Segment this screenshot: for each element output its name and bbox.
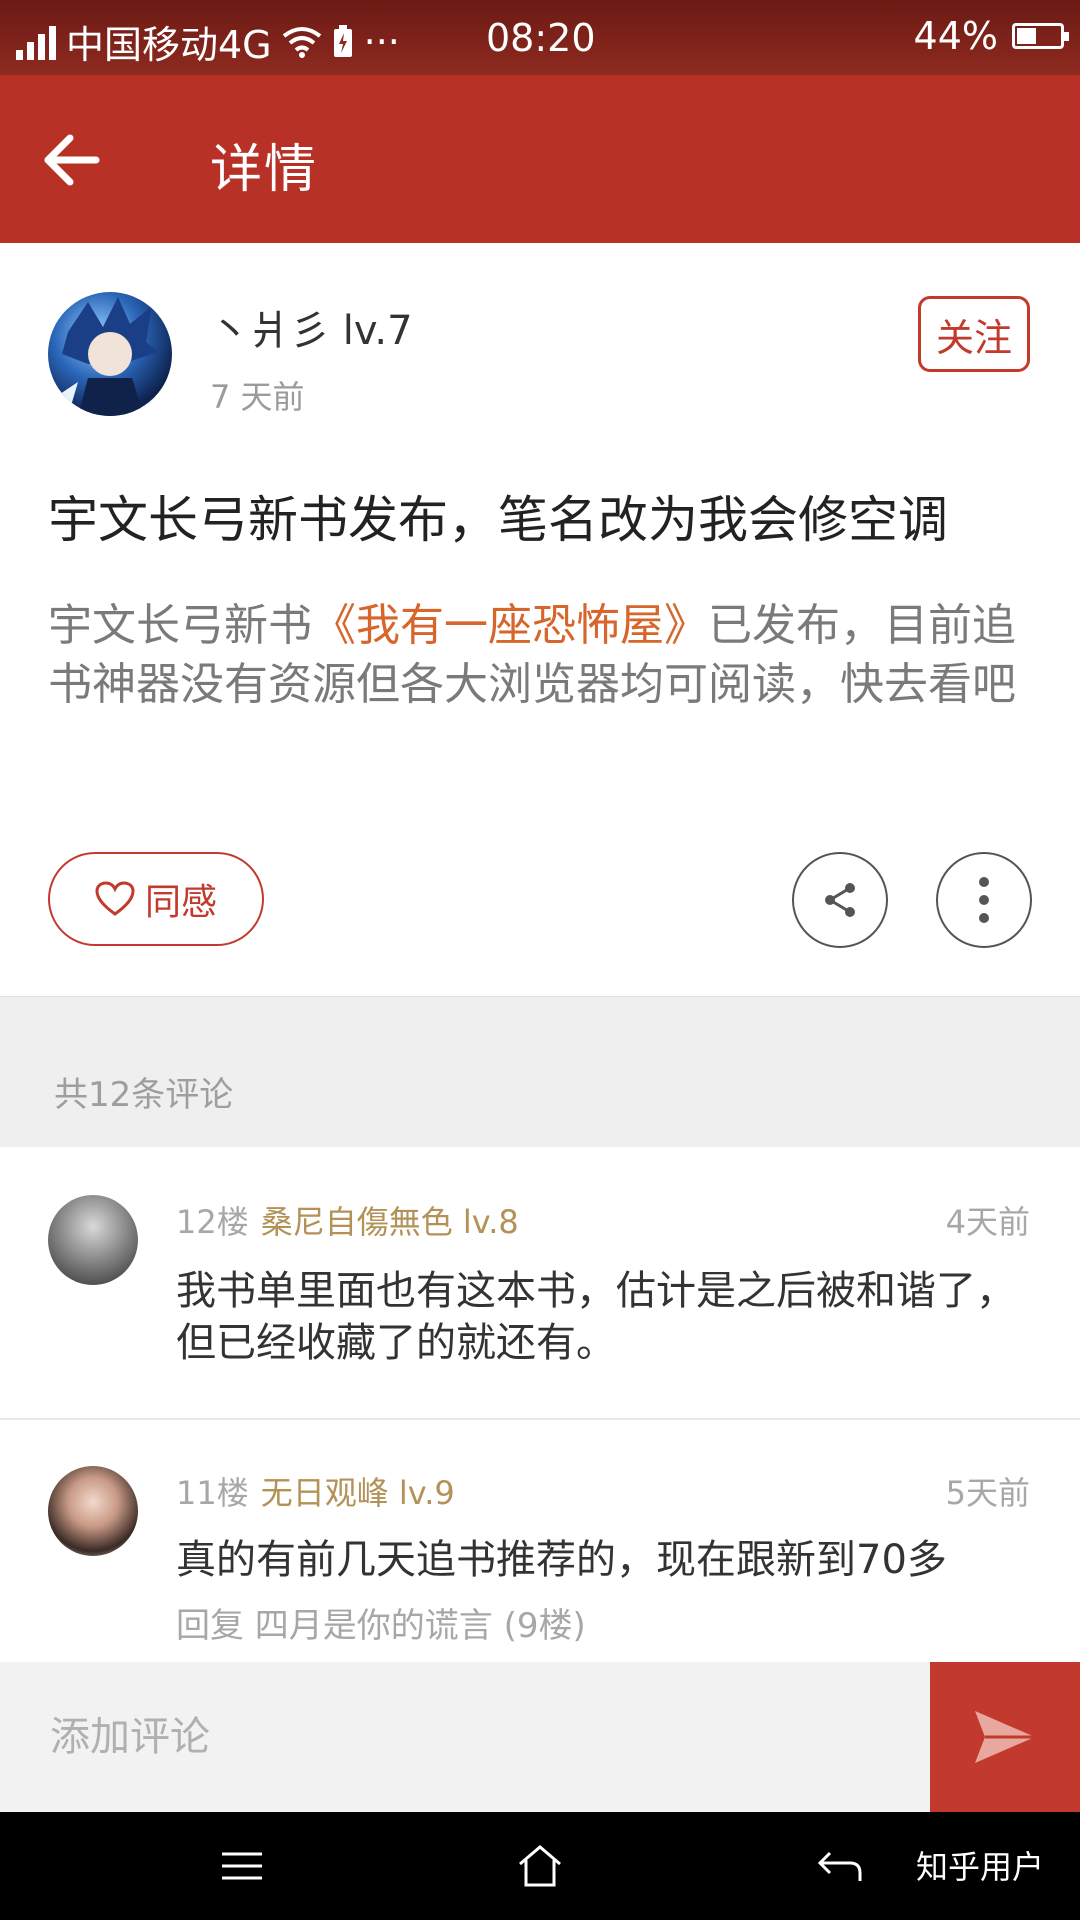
commenter-avatar[interactable] [48,1195,138,1285]
comment-item: 11楼 无日观峰 lv.9 5天前 真的有前几天追书推荐的，现在跟新到70多 回复… [0,1420,1080,1662]
home-icon [519,1845,561,1887]
comment-time: 5天前 [945,1474,1030,1512]
commenter-username[interactable]: 桑尼自傷無色 lv.8 [261,1203,519,1241]
clock: 08:20 [486,16,596,60]
commenter-username[interactable]: 无日观峰 lv.9 [261,1474,455,1512]
back-nav-button[interactable] [810,1836,870,1896]
comment-input-bar [0,1662,1080,1812]
return-icon [817,1851,862,1881]
agree-label: 同感 [144,882,217,923]
comment-time: 4天前 [945,1203,1030,1241]
watermark: 知乎用户 [916,1848,1045,1886]
app-bar: 详情 [0,75,1080,243]
post-body: 宇文长弓新书《我有一座恐怖屋》已发布，目前追书神器没有资源但各大浏览器均可阅读，… [48,596,1038,714]
status-bar: 中国移动4G ··· 08:20 44% [0,0,1080,75]
comments-header: 共12条评论 [0,996,1080,1148]
system-nav-bar: 知乎用户 [0,1812,1080,1920]
comment-meta: 12楼 桑尼自傷無色 lv.8 [176,1197,519,1243]
menu-button[interactable] [212,1836,272,1896]
comment-reply-to[interactable]: 回复 四月是你的谎言 (9楼) [176,1598,586,1647]
share-button[interactable] [792,852,888,948]
post-body-prefix: 宇文长弓新书 [48,600,312,651]
comment-item: 12楼 桑尼自傷無色 lv.8 4天前 我书单里面也有这本书，估计是之后被和谐了，… [0,1147,1080,1417]
book-title-link[interactable]: 《我有一座恐怖屋》 [312,600,708,651]
comment-meta: 11楼 无日观峰 lv.9 [176,1468,455,1514]
comments-count: 共12条评论 [54,1075,234,1115]
share-icon [825,883,855,917]
send-icon [975,1711,1035,1763]
send-button[interactable] [930,1662,1080,1812]
post-title: 宇文长弓新书发布，笔名改为我会修空调 [48,491,948,549]
arrow-left-icon [44,134,100,186]
comment-input[interactable] [48,1706,872,1768]
battery-icon [1012,23,1069,49]
comment-text: 真的有前几天追书推荐的，现在跟新到70多 [176,1537,947,1583]
follow-button[interactable]: 关注 [918,296,1030,372]
commenter-avatar[interactable] [48,1466,138,1556]
author-avatar[interactable] [48,292,172,416]
more-options-button[interactable] [936,852,1032,948]
comment-text: 我书单里面也有这本书，估计是之后被和谐了，但已经收藏了的就还有。 [176,1268,1016,1366]
agree-button[interactable]: 同感 [48,852,264,946]
battery-percent: 44% [913,14,998,58]
author-username[interactable]: 丶爿彡 lv.7 [210,298,413,356]
home-button[interactable] [510,1836,570,1896]
page-title: 详情 [210,140,319,200]
overflow-dots: ··· [363,19,400,64]
comment-floor: 11楼 [176,1474,249,1512]
wifi-icon [282,26,321,58]
back-button[interactable] [40,125,110,195]
battery-fill [1017,28,1037,44]
signal-icon [16,24,56,60]
carrier-label: 中国移动4G [66,23,272,67]
heart-icon [95,881,135,916]
battery-saver-icon [333,24,352,57]
menu-icon [222,1852,262,1880]
comment-floor: 12楼 [176,1203,249,1241]
avatar-illustration [48,297,158,416]
post-timestamp: 7 天前 [210,378,305,416]
more-vertical-icon [979,877,989,923]
